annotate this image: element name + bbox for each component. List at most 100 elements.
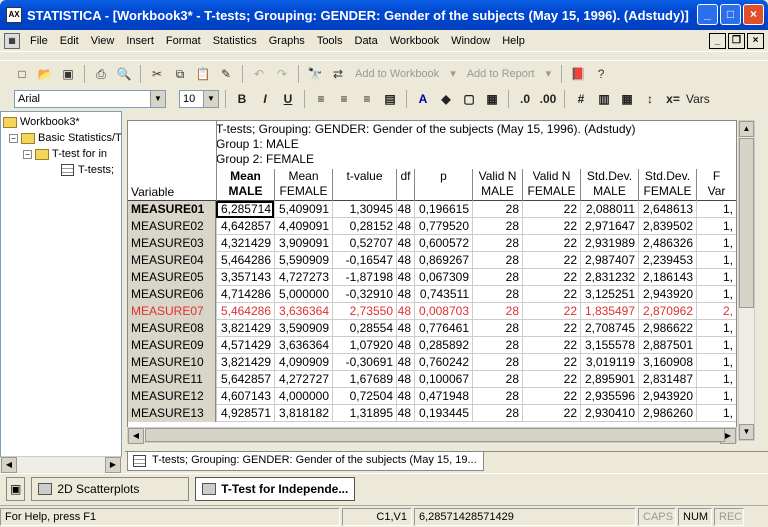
table-cell[interactable]: -1,87198 [332, 269, 396, 286]
table-cell[interactable]: 3,909091 [274, 235, 332, 252]
horizontal-scrollbar[interactable]: ◀ ▶ [127, 427, 737, 444]
align-center-icon[interactable]: ≡ [334, 89, 354, 109]
scroll-left-icon[interactable]: ◀ [1, 457, 17, 473]
border-icon[interactable]: ▢ [459, 89, 479, 109]
tree-item-workbook[interactable]: Workbook3* [3, 114, 122, 130]
table-cell[interactable]: 2,987407 [580, 252, 638, 269]
menu-data[interactable]: Data [349, 35, 384, 47]
table-cell[interactable]: 0,72504 [332, 388, 396, 405]
table-cell[interactable]: 2,895901 [580, 371, 638, 388]
table-row[interactable]: MEASURE08 3,821429 3,590909 0,28554 48 0,7764… [128, 320, 736, 337]
row-header[interactable]: MEASURE02 [128, 218, 216, 235]
taskbar-item-t-test[interactable]: T-Test for Independe... [195, 476, 356, 501]
scroll-down-icon[interactable]: ▼ [739, 424, 754, 440]
new-icon[interactable]: □ [12, 64, 32, 84]
table-cell[interactable]: 0,760242 [414, 354, 472, 371]
row-header[interactable]: MEASURE13 [128, 405, 216, 422]
table-cell[interactable]: 3,636364 [274, 303, 332, 320]
table-cell[interactable]: 5,464286 [216, 303, 274, 320]
table-cell[interactable]: 22 [522, 235, 580, 252]
table-cell[interactable]: 2,971647 [580, 218, 638, 235]
table-cell[interactable]: 3,160908 [638, 354, 696, 371]
column-header[interactable]: df [396, 169, 414, 201]
table-cell[interactable]: 28 [472, 320, 522, 337]
font-color-icon[interactable]: A [413, 89, 433, 109]
column-header[interactable]: Valid N MALE [472, 169, 522, 201]
vertical-scrollbar[interactable]: ▲ ▼ [738, 120, 755, 441]
table-row[interactable]: MEASURE12 4,607143 4,000000 0,72504 48 0,4719… [128, 388, 736, 405]
menu-tools[interactable]: Tools [311, 35, 349, 47]
table-cell[interactable]: 0,471948 [414, 388, 472, 405]
table-cell[interactable]: 4,727273 [274, 269, 332, 286]
print-icon[interactable]: ⎙ [91, 64, 111, 84]
menu-statistics[interactable]: Statistics [207, 35, 263, 47]
row-header[interactable]: MEASURE03 [128, 235, 216, 252]
table-cell[interactable]: 28 [472, 252, 522, 269]
table-cell[interactable]: 28 [472, 354, 522, 371]
table-cell[interactable]: 4,000000 [274, 388, 332, 405]
table-cell[interactable]: 22 [522, 252, 580, 269]
column-header[interactable]: Valid N FEMALE [522, 169, 580, 201]
table-cell[interactable]: 3,821429 [216, 354, 274, 371]
table-row[interactable]: MEASURE01 6,285714 5,409091 1,30945 48 0,1966… [128, 201, 736, 218]
table-cell[interactable]: 22 [522, 269, 580, 286]
collapse-icon[interactable]: − [23, 149, 32, 159]
table-cell[interactable]: 22 [522, 286, 580, 303]
column-header[interactable]: Mean MALE [216, 169, 274, 201]
table-cell[interactable]: 3,818182 [274, 405, 332, 422]
menu-graphs[interactable]: Graphs [263, 35, 311, 47]
table-cell[interactable]: 5,000000 [274, 286, 332, 303]
table-cell[interactable]: 0,776461 [414, 320, 472, 337]
table-cell[interactable]: 0,28554 [332, 320, 396, 337]
table-cell[interactable]: 2,839502 [638, 218, 696, 235]
row-header[interactable]: MEASURE04 [128, 252, 216, 269]
replace-icon[interactable]: ⇄ [328, 64, 348, 84]
increase-decimal-icon[interactable]: .0 [515, 89, 535, 109]
paste-icon[interactable]: 📋 [193, 64, 213, 84]
table-cell[interactable]: 1, [696, 405, 736, 422]
table-cell[interactable]: 3,357143 [216, 269, 274, 286]
table-cell[interactable]: 1,07920 [332, 337, 396, 354]
table-cell[interactable]: 0,28152 [332, 218, 396, 235]
column-header[interactable]: Std.Dev. FEMALE [638, 169, 696, 201]
table-cell[interactable]: 48 [396, 405, 414, 422]
table-cell[interactable]: 1, [696, 354, 736, 371]
document-icon[interactable]: ▦ [4, 32, 20, 49]
sort-icon[interactable]: ↕ [640, 89, 660, 109]
table-cell[interactable]: 1, [696, 201, 736, 218]
table-cell[interactable]: 2,239453 [638, 252, 696, 269]
scroll-right-icon[interactable]: ▶ [105, 457, 121, 473]
bold-button[interactable]: B [232, 89, 252, 109]
column-header[interactable]: t-value [332, 169, 396, 201]
table-cell[interactable]: 6,285714 [216, 201, 274, 218]
table-cell[interactable]: 4,272727 [274, 371, 332, 388]
fill-color-icon[interactable]: ◆ [436, 89, 456, 109]
table-cell[interactable]: 3,590909 [274, 320, 332, 337]
table-cell[interactable]: 2,186143 [638, 269, 696, 286]
table-cell[interactable]: 28 [472, 388, 522, 405]
taskbar-item-2d-scatterplots[interactable]: 2D Scatterplots [31, 476, 190, 501]
table-cell[interactable]: 2,870962 [638, 303, 696, 320]
table-cell[interactable]: 48 [396, 337, 414, 354]
menu-window[interactable]: Window [445, 35, 496, 47]
table-row[interactable]: MEASURE02 4,642857 4,409091 0,28152 48 0,7795… [128, 218, 736, 235]
table-icon[interactable]: # [571, 89, 591, 109]
table-cell[interactable]: 48 [396, 286, 414, 303]
table-row[interactable]: MEASURE11 5,642857 4,272727 1,67689 48 0,1000… [128, 371, 736, 388]
tree-horizontal-scrollbar[interactable]: ◀ ▶ [1, 456, 121, 473]
undo-icon[interactable]: ↶ [249, 64, 269, 84]
table-row[interactable]: MEASURE06 4,714286 5,000000 -0,32910 48 0,743… [128, 286, 736, 303]
underline-button[interactable]: U [278, 89, 298, 109]
table-cell[interactable]: 48 [396, 218, 414, 235]
table-cell[interactable]: 48 [396, 320, 414, 337]
scroll-thumb[interactable] [739, 138, 754, 308]
menu-file[interactable]: File [24, 35, 54, 47]
font-select[interactable]: Arial ▼ [14, 90, 166, 108]
table-cell[interactable]: 28 [472, 286, 522, 303]
decrease-decimal-icon[interactable]: .00 [538, 89, 558, 109]
table-cell[interactable]: 1,67689 [332, 371, 396, 388]
table-cell[interactable]: 2,943920 [638, 286, 696, 303]
table-cell[interactable]: 22 [522, 320, 580, 337]
table-cell[interactable]: 1, [696, 286, 736, 303]
row-header[interactable]: MEASURE12 [128, 388, 216, 405]
